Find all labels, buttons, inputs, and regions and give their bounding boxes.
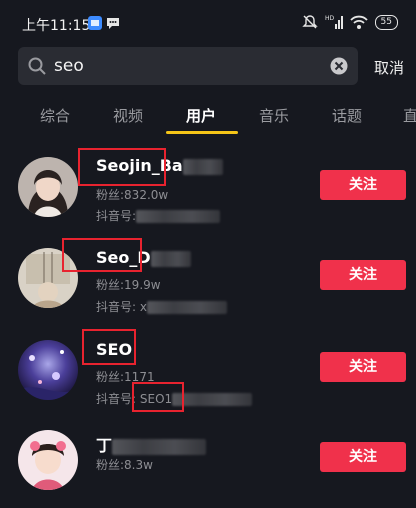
mute-icon (301, 15, 318, 29)
avatar[interactable] (18, 340, 78, 400)
follower-count: 粉丝:832.0w (96, 188, 169, 202)
search-input[interactable]: seo (18, 47, 358, 85)
follower-count: 粉丝:19.9w (96, 278, 161, 292)
chat-icon (107, 18, 119, 29)
list-item[interactable]: 丁 粉丝:8.3w 关注 (0, 416, 416, 508)
username[interactable]: 丁 (96, 432, 207, 456)
search-query: seo (54, 56, 84, 76)
active-tab-indicator (166, 131, 238, 134)
douyin-id: 抖音号: (96, 207, 221, 224)
follow-button[interactable]: 关注 (320, 352, 406, 382)
follow-button[interactable]: 关注 (320, 170, 406, 200)
status-bar: 上午11:15 HD 55 (0, 0, 416, 44)
tab-comprehensive[interactable]: 综合 (40, 105, 70, 126)
hd-signal-icon: HD (325, 15, 343, 29)
highlight-box (62, 238, 142, 272)
follow-button[interactable]: 关注 (320, 442, 406, 472)
tab-topics[interactable]: 话题 (332, 105, 362, 126)
search-icon (28, 57, 46, 75)
tab-video[interactable]: 视频 (113, 105, 143, 126)
search-row: seo 取消 (0, 44, 416, 90)
svg-text:HD: HD (325, 15, 335, 22)
highlight-box (78, 148, 166, 186)
tab-live[interactable]: 直 (403, 105, 416, 126)
highlight-box (132, 382, 184, 412)
tab-music[interactable]: 音乐 (259, 105, 289, 126)
status-time: 上午11:15 (22, 18, 91, 34)
list-item[interactable]: Seojin_Ba 粉丝:832.0w 抖音号: 关注 (0, 140, 416, 232)
avatar[interactable] (18, 157, 78, 217)
battery-icon: 55 (374, 14, 398, 30)
cancel-button[interactable]: 取消 (374, 57, 404, 78)
follow-button[interactable]: 关注 (320, 260, 406, 290)
avatar[interactable] (18, 430, 78, 490)
list-item[interactable]: SEO 粉丝:1171 抖音号: SEO1 关注 (0, 324, 416, 416)
list-item[interactable]: Seo_D 粉丝:19.9w 抖音号: x 关注 (0, 232, 416, 324)
wifi-icon (349, 15, 368, 29)
tab-users[interactable]: 用户 (186, 105, 216, 126)
douyin-id: 抖音号: x (96, 298, 227, 315)
tab-bar: 综合 视频 用户 音乐 话题 直 (0, 90, 416, 140)
app-icon (88, 16, 102, 30)
highlight-box (82, 329, 136, 365)
follower-count: 粉丝:8.3w (96, 458, 153, 472)
clear-icon[interactable] (330, 57, 348, 75)
